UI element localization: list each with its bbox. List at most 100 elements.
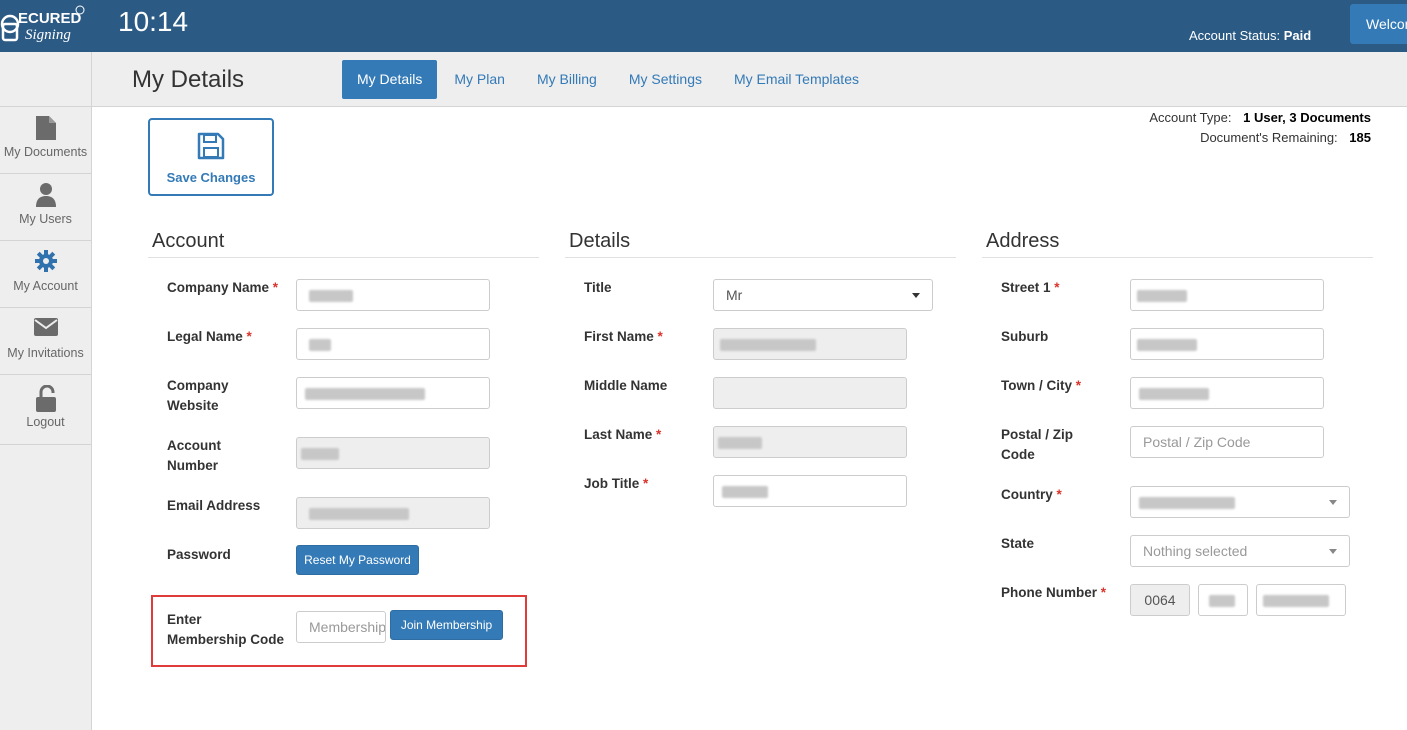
details-heading: Details bbox=[565, 230, 956, 258]
account-type-info: Account Type: 1 User, 3 Documents Docume… bbox=[1149, 108, 1371, 148]
clock: 10:14 bbox=[118, 6, 189, 37]
address-heading: Address bbox=[982, 230, 1373, 258]
phone-area-code-field[interactable] bbox=[1198, 584, 1248, 616]
tab-my-email-templates[interactable]: My Email Templates bbox=[719, 60, 874, 99]
last-name-field bbox=[713, 426, 907, 458]
required-mark: * bbox=[643, 476, 649, 491]
last-name-label: Last Name * bbox=[584, 425, 661, 445]
membership-code-input[interactable]: Membership Code bbox=[296, 611, 386, 643]
documents-remaining-value: 185 bbox=[1349, 130, 1371, 145]
postal-code-label-line: Code bbox=[1001, 447, 1035, 462]
company-name-label: Company Name * bbox=[167, 278, 278, 298]
chevron-down-icon bbox=[1329, 500, 1337, 505]
tab-my-billing[interactable]: My Billing bbox=[522, 60, 612, 99]
tab-my-plan[interactable]: My Plan bbox=[439, 60, 520, 99]
redacted-value bbox=[309, 339, 331, 351]
account-heading: Account bbox=[148, 230, 539, 258]
title-select[interactable]: Mr bbox=[713, 279, 933, 311]
svg-text:Signing: Signing bbox=[25, 27, 71, 43]
sidebar-item-label: Logout bbox=[26, 415, 65, 429]
phone-number-field[interactable] bbox=[1256, 584, 1346, 616]
street-field[interactable] bbox=[1130, 279, 1324, 311]
town-city-label: Town / City * bbox=[1001, 376, 1081, 396]
required-mark: * bbox=[1056, 487, 1062, 502]
page-title: My Details bbox=[132, 66, 245, 93]
required-mark: * bbox=[246, 329, 252, 344]
first-name-field bbox=[713, 328, 907, 360]
sidebar-spacer bbox=[0, 52, 91, 107]
membership-code-label: Enter Membership Code bbox=[167, 610, 284, 650]
suburb-label: Suburb bbox=[1001, 329, 1049, 344]
reset-password-button[interactable]: Reset My Password bbox=[296, 545, 419, 575]
required-mark: * bbox=[657, 329, 663, 344]
sidebar-item-my-users[interactable]: My Users bbox=[0, 174, 91, 241]
sidebar-item-label: My Invitations bbox=[7, 346, 84, 360]
state-select[interactable]: Nothing selected bbox=[1130, 535, 1350, 567]
suburb-field[interactable] bbox=[1130, 328, 1324, 360]
welcome-button[interactable]: Welcome bbox=[1350, 4, 1407, 44]
last-name-label-text: Last Name bbox=[584, 427, 653, 442]
redacted-value bbox=[305, 388, 425, 400]
page-header: My Details My Details My Plan My Billing… bbox=[92, 52, 1407, 107]
title-label: Title bbox=[584, 280, 612, 295]
job-title-field[interactable] bbox=[713, 475, 907, 507]
company-website-label: Company Website bbox=[167, 376, 229, 416]
company-website-field[interactable] bbox=[296, 377, 490, 409]
first-name-label: First Name * bbox=[584, 327, 663, 347]
secured-signing-logo[interactable]: ECURED Signing bbox=[0, 2, 88, 46]
country-label-text: Country bbox=[1001, 487, 1053, 502]
required-mark: * bbox=[1054, 280, 1060, 295]
password-label: Password bbox=[167, 547, 231, 562]
account-number-label-line: Account bbox=[167, 438, 221, 453]
legal-name-label-text: Legal Name bbox=[167, 329, 243, 344]
svg-text:ECURED: ECURED bbox=[18, 10, 82, 27]
unlock-icon bbox=[0, 385, 91, 415]
state-select-value: Nothing selected bbox=[1143, 543, 1248, 559]
redacted-value bbox=[720, 339, 816, 351]
country-label: Country * bbox=[1001, 485, 1062, 505]
middle-name-field bbox=[713, 377, 907, 409]
company-website-label-line: Company bbox=[167, 378, 229, 393]
email-address-field bbox=[296, 497, 490, 529]
address-section: Address bbox=[982, 230, 1373, 258]
company-website-label-line: Website bbox=[167, 398, 219, 413]
required-mark: * bbox=[1100, 585, 1107, 600]
sidebar-item-my-documents[interactable]: My Documents bbox=[0, 107, 91, 174]
membership-label-line: Enter bbox=[167, 612, 202, 627]
street-label-text: Street 1 bbox=[1001, 280, 1051, 295]
town-city-field[interactable] bbox=[1130, 377, 1324, 409]
redacted-value bbox=[1209, 595, 1235, 607]
sidebar-item-logout[interactable]: Logout bbox=[0, 375, 91, 445]
sidebar-item-label: My Documents bbox=[3, 145, 88, 159]
floppy-disk-icon bbox=[150, 120, 272, 164]
top-bar: ECURED Signing 10:14 Account Status: Pai… bbox=[0, 0, 1407, 52]
join-membership-button[interactable]: Join Membership bbox=[390, 610, 503, 640]
redacted-value bbox=[1137, 290, 1187, 302]
first-name-label-text: First Name bbox=[584, 329, 654, 344]
membership-label-line: Membership Code bbox=[167, 632, 285, 647]
postal-code-label: Postal / Zip Code bbox=[1001, 425, 1073, 465]
account-number-field bbox=[296, 437, 490, 469]
company-name-field[interactable] bbox=[296, 279, 490, 311]
sidebar-item-my-account[interactable]: My Account bbox=[0, 241, 91, 308]
tab-my-settings[interactable]: My Settings bbox=[614, 60, 717, 99]
chevron-down-icon bbox=[912, 293, 920, 298]
email-address-label: Email Address bbox=[167, 498, 261, 513]
postal-code-label-line: Postal / Zip bbox=[1001, 427, 1074, 442]
required-mark: * bbox=[272, 280, 279, 295]
country-select[interactable] bbox=[1130, 486, 1350, 518]
street-label: Street 1 * bbox=[1001, 278, 1060, 298]
legal-name-field[interactable] bbox=[296, 328, 490, 360]
sidebar-item-my-invitations[interactable]: My Invitations bbox=[0, 308, 91, 375]
redacted-value bbox=[309, 508, 409, 520]
save-changes-label: Save Changes bbox=[166, 170, 256, 185]
account-section: Account bbox=[148, 230, 539, 258]
save-changes-button[interactable]: Save Changes bbox=[148, 118, 274, 196]
documents-remaining-label: Document's Remaining: bbox=[1200, 130, 1338, 145]
redacted-value bbox=[1139, 497, 1235, 509]
town-city-label-text: Town / City bbox=[1001, 378, 1072, 393]
postal-code-input[interactable]: Postal / Zip Code bbox=[1130, 426, 1324, 458]
tab-my-details[interactable]: My Details bbox=[342, 60, 438, 99]
gear-icon bbox=[0, 249, 91, 279]
phone-number-label: Phone Number * bbox=[1001, 583, 1106, 603]
